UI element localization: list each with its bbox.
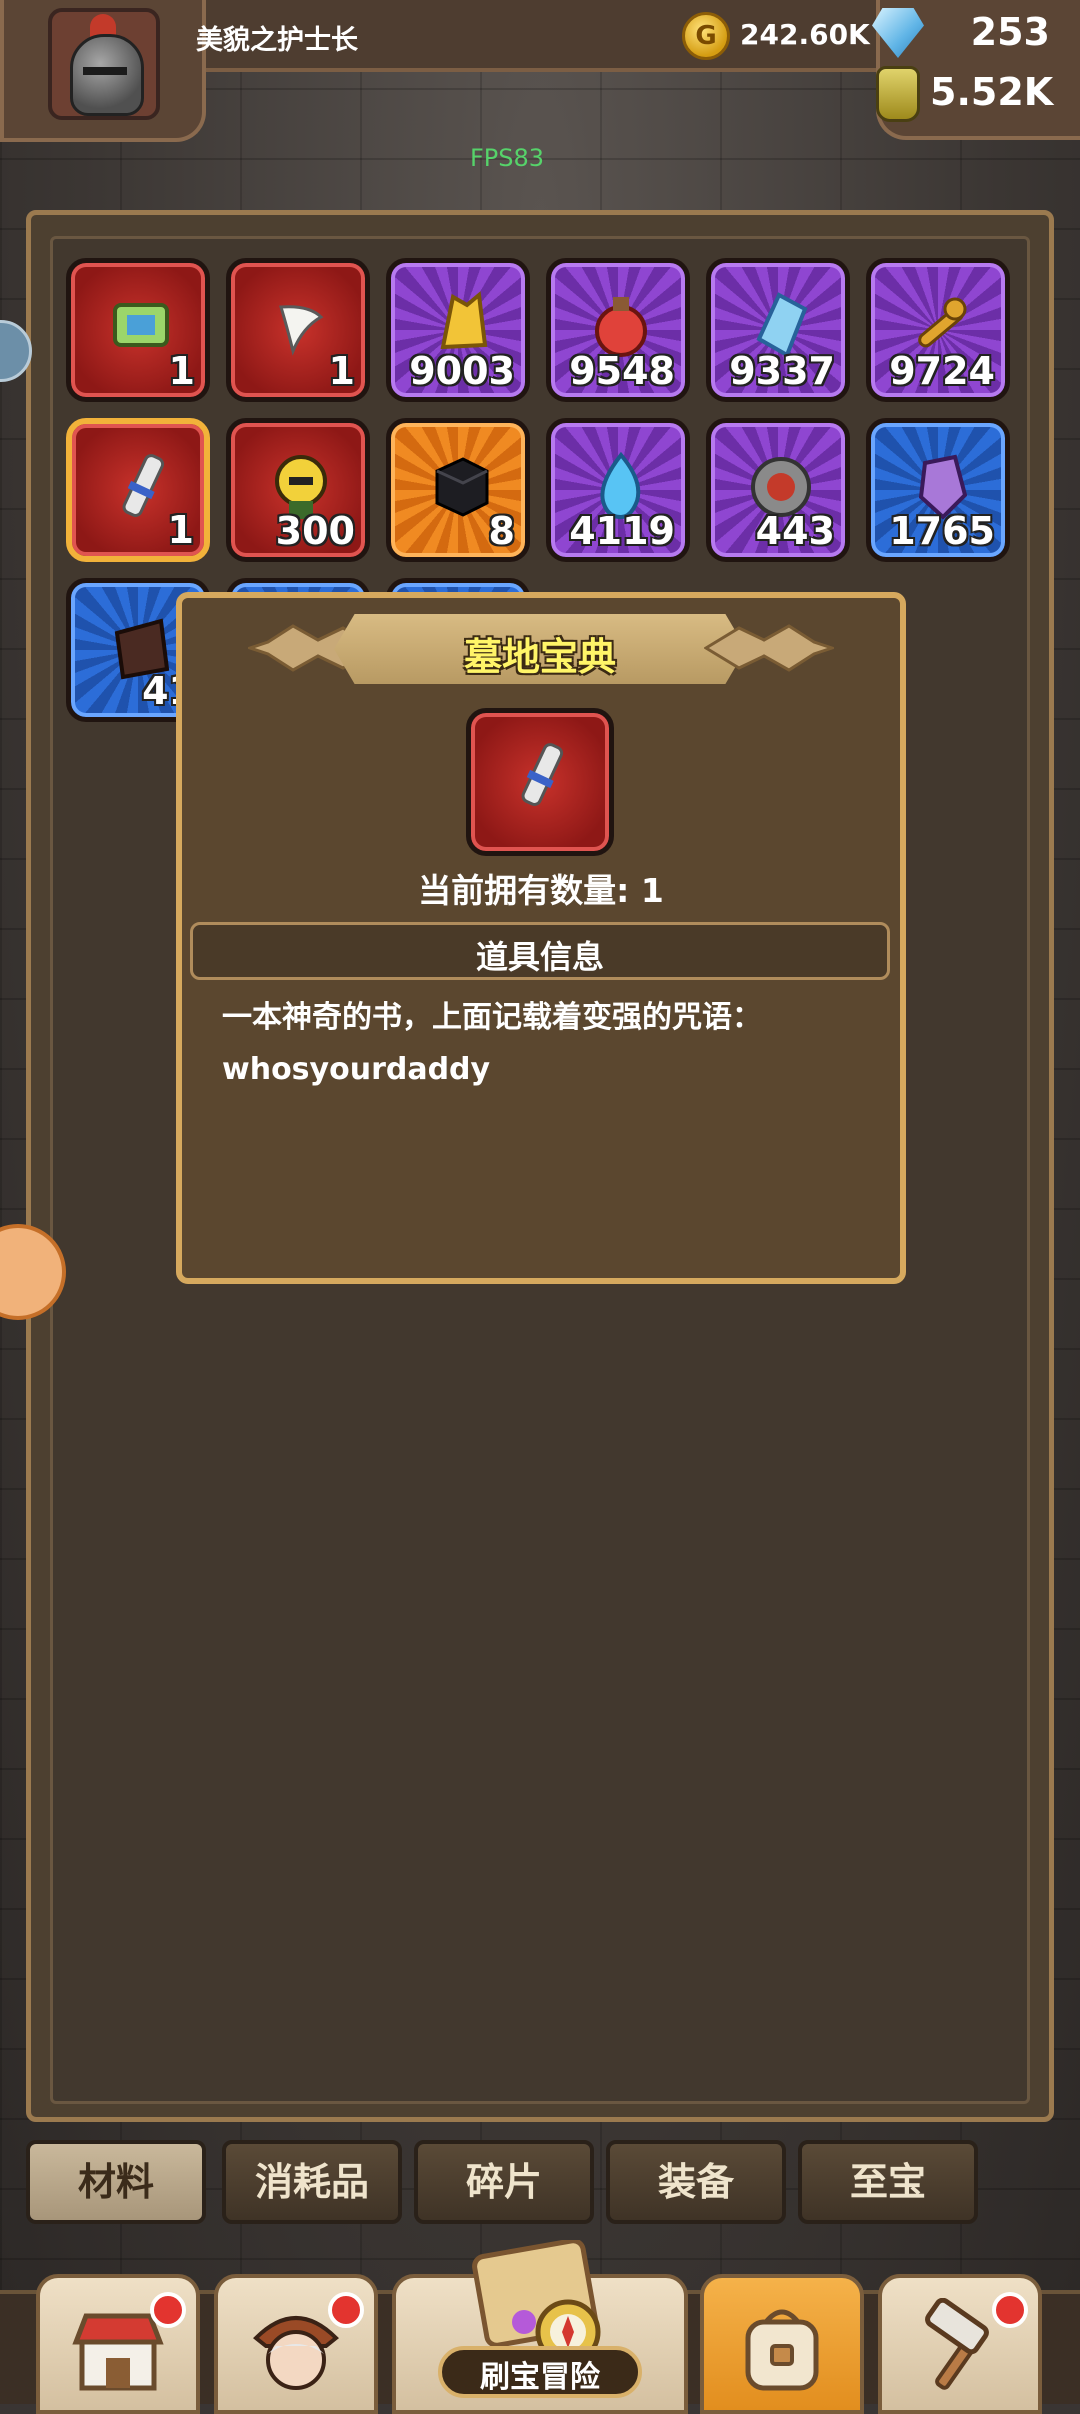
inventory-slot-map-scroll[interactable]: 1 — [66, 258, 210, 402]
item-count: 1 — [167, 508, 194, 552]
item-count: 300 — [275, 509, 355, 553]
inventory-slot-paper-scroll[interactable]: 1 — [66, 418, 210, 562]
nav-bag-button[interactable] — [700, 2274, 864, 2414]
fps-counter: FPS83 — [470, 144, 545, 172]
inventory-slot-fang[interactable]: 1 — [226, 258, 370, 402]
backpack-icon — [745, 2309, 819, 2391]
item-count: 1 — [168, 349, 195, 393]
item-description-line2: whosyourdaddy — [222, 1052, 491, 1087]
hero-notification-dot — [328, 2292, 364, 2328]
inventory-slot-blue-flame[interactable]: 4119 — [546, 418, 690, 562]
gold-amount: 242.60K — [740, 18, 870, 51]
paper-scroll-icon — [521, 743, 564, 806]
inventory-slot-blue-crystal[interactable]: 9337 — [706, 258, 850, 402]
item-count: 1765 — [889, 509, 995, 553]
top-bar: 美貌之护士长 G 242.60K 253 5.52K FPS83 — [0, 0, 1080, 172]
gold-coin-icon: G — [682, 12, 730, 60]
nav-forge-button[interactable] — [878, 2274, 1042, 2414]
tab-treasures[interactable]: 至宝 — [798, 2140, 978, 2224]
tab-consumables[interactable]: 消耗品 — [222, 2140, 402, 2224]
item-description-line1: 一本神奇的书，上面记载着变强的咒语： — [222, 1000, 762, 1035]
shop-notification-dot — [150, 2292, 186, 2328]
tab-fragments[interactable]: 碎片 — [414, 2140, 594, 2224]
inventory-slot-yellow-doll[interactable]: 300 — [226, 418, 370, 562]
inventory-slot-shield-emblem[interactable]: 443 — [706, 418, 850, 562]
popup-title: 墓地宝典 — [463, 635, 616, 679]
item-count: 1 — [328, 349, 355, 393]
inventory-slot-purple-gem[interactable]: 1765 — [866, 418, 1010, 562]
knight-helmet-icon — [70, 34, 144, 116]
inventory-slot-red-potion[interactable]: 9548 — [546, 258, 690, 402]
item-count: 8 — [488, 509, 515, 553]
tab-materials[interactable]: 材料 — [26, 2140, 206, 2224]
info-header-label: 道具信息 — [475, 938, 604, 976]
item-count: 9724 — [889, 349, 995, 393]
potion-amount: 5.52K — [930, 70, 1054, 114]
inventory-slot-black-cube[interactable]: 8 — [386, 418, 530, 562]
nav-hero-button[interactable] — [214, 2274, 378, 2414]
item-count: 4119 — [569, 509, 675, 553]
player-avatar[interactable] — [48, 8, 160, 120]
item-count: 9337 — [729, 349, 835, 393]
forge-notification-dot — [992, 2292, 1028, 2328]
inventory-slot-gold-crystal[interactable]: 9003 — [386, 258, 530, 402]
item-count: 443 — [755, 509, 835, 553]
adventure-label[interactable]: 刷宝冒险 — [438, 2352, 642, 2396]
owned-count: 当前拥有数量: 1 — [418, 871, 664, 910]
inventory-slot-gold-key[interactable]: 9724 — [866, 258, 1010, 402]
item-count: 9548 — [569, 349, 675, 393]
nav-shop-button[interactable] — [36, 2274, 200, 2414]
gem-amount: 253 — [970, 10, 1050, 54]
player-title: 美貌之护士长 — [196, 25, 358, 56]
item-description: 一本神奇的书，上面记载着变强的咒语： whosyourdaddy — [222, 992, 872, 1096]
item-count: 9003 — [409, 349, 515, 393]
tab-equipment[interactable]: 装备 — [606, 2140, 786, 2224]
potion-jar-icon — [876, 66, 920, 122]
popup-item-icon — [466, 708, 614, 856]
